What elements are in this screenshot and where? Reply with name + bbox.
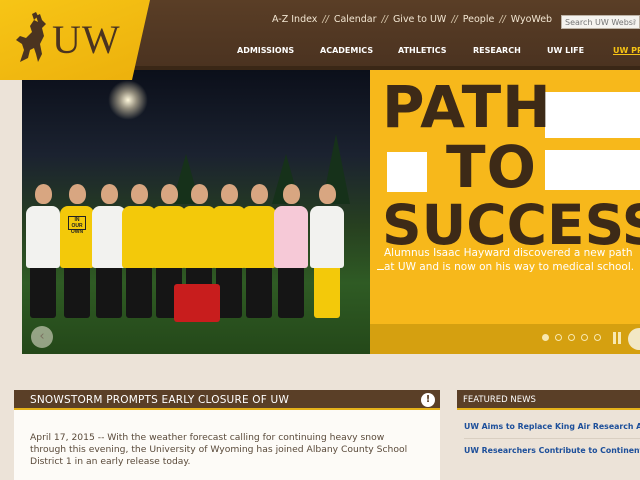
link-people[interactable]: People (463, 14, 495, 25)
alert-icon: ! (421, 393, 435, 407)
headline-to: TO (446, 133, 537, 201)
alert-panel: SNOWSTORM PROMPTS EARLY CLOSURE OF UW ! … (14, 390, 440, 480)
alert-body: April 17, 2015 -- With the weather forec… (30, 432, 408, 467)
slide-dot[interactable] (568, 334, 575, 341)
slide-dots (542, 334, 601, 341)
nav-uw-life[interactable]: UW LIFE (547, 46, 584, 55)
utility-links: A-Z Index // Calendar // Give to UW // P… (272, 14, 552, 25)
hero-controls (370, 324, 640, 354)
person (274, 184, 308, 318)
decor-block (545, 150, 640, 190)
headline-path: PATH (382, 73, 552, 141)
featured-news: FEATURED NEWS UW Aims to Replace King Ai… (457, 390, 640, 480)
person (92, 184, 126, 318)
next-slide-button[interactable] (628, 328, 640, 350)
alert-title[interactable]: SNOWSTORM PROMPTS EARLY CLOSURE OF UW (30, 394, 289, 406)
logo[interactable]: UW (0, 0, 150, 80)
hero-photo: IN OUR OWN (22, 70, 370, 354)
main-nav: ADMISSIONS ACADEMICS ATHLETICS RESEARCH … (237, 45, 640, 59)
separator: // (499, 14, 506, 25)
hero-slideshow: IN OUR OWN PATH TO SUCCESS Alumnus Isaac… (22, 70, 640, 354)
news-link[interactable]: UW Aims to Replace King Air Research Air… (464, 422, 640, 432)
featured-news-title: FEATURED NEWS (463, 395, 536, 405)
prev-slide-button[interactable]: ‹ (31, 326, 53, 348)
slide-dot[interactable] (581, 334, 588, 341)
person (310, 184, 344, 318)
slide-dot[interactable] (555, 334, 562, 341)
nav-academics[interactable]: ACADEMICS (320, 46, 373, 55)
logo-wordmark: UW (52, 17, 121, 62)
hero-caption[interactable]: Alumnus Isaac Hayward discovered a new p… (384, 246, 640, 274)
link-a-z-index[interactable]: A-Z Index (272, 14, 317, 25)
separator: // (322, 14, 329, 25)
person (26, 184, 60, 318)
decor-block (387, 152, 427, 192)
bucking-horse-icon (16, 12, 46, 62)
person (242, 184, 276, 318)
separator: // (451, 14, 458, 25)
news-link[interactable]: UW Researchers Contribute to Continent-B… (464, 446, 640, 456)
slide-dot[interactable] (542, 334, 549, 341)
nav-athletics[interactable]: ATHLETICS (398, 46, 447, 55)
separator: // (381, 14, 388, 25)
caption-rule (377, 269, 384, 270)
shirt-logo: IN OUR OWN (68, 216, 86, 235)
link-wyoweb[interactable]: WyoWeb (511, 14, 552, 25)
link-give-to-uw[interactable]: Give to UW (393, 14, 446, 25)
stadium-light (108, 80, 148, 120)
nav-admissions[interactable]: ADMISSIONS (237, 46, 294, 55)
search-input[interactable] (561, 15, 640, 29)
link-calendar[interactable]: Calendar (334, 14, 377, 25)
featured-news-header: FEATURED NEWS (457, 390, 640, 410)
slide-dot[interactable] (594, 334, 601, 341)
person: IN OUR OWN (60, 184, 94, 318)
nav-research[interactable]: RESEARCH (473, 46, 521, 55)
alert-bar: SNOWSTORM PROMPTS EARLY CLOSURE OF UW ! (14, 390, 440, 410)
person (122, 184, 156, 318)
pause-button[interactable] (612, 332, 622, 344)
decor-block (545, 92, 640, 138)
nav-uw-prides[interactable]: UW PRIDES (613, 46, 640, 55)
cooler (174, 284, 220, 322)
divider (464, 438, 640, 439)
